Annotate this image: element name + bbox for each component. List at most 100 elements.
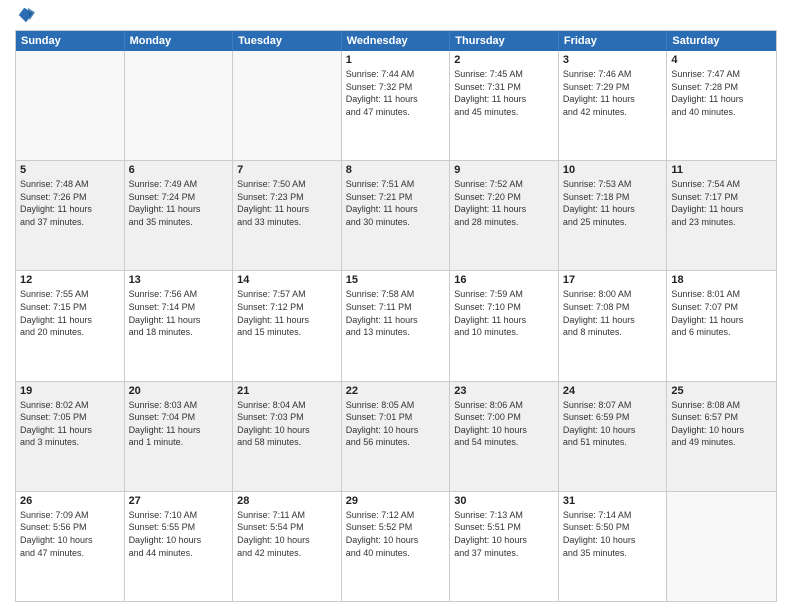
calendar-cell: 20 Sunrise: 8:03 AM Sunset: 7:04 PM Dayli… (125, 382, 234, 491)
weekday-header: Tuesday (233, 31, 342, 51)
day-number: 29 (346, 495, 446, 507)
calendar-cell: 31 Sunrise: 7:14 AM Sunset: 5:50 PM Dayli… (559, 492, 668, 601)
day-info: Sunrise: 7:14 AM Sunset: 5:50 PM Dayligh… (563, 509, 663, 559)
weekday-header: Saturday (667, 31, 776, 51)
day-number: 2 (454, 54, 554, 66)
calendar-header: SundayMondayTuesdayWednesdayThursdayFrid… (16, 31, 776, 51)
day-number: 18 (671, 274, 772, 286)
day-info: Sunrise: 7:47 AM Sunset: 7:28 PM Dayligh… (671, 68, 772, 118)
day-number: 22 (346, 385, 446, 397)
day-info: Sunrise: 7:53 AM Sunset: 7:18 PM Dayligh… (563, 178, 663, 228)
day-number: 13 (129, 274, 229, 286)
day-info: Sunrise: 7:45 AM Sunset: 7:31 PM Dayligh… (454, 68, 554, 118)
day-number: 24 (563, 385, 663, 397)
calendar-cell: 21 Sunrise: 8:04 AM Sunset: 7:03 PM Dayli… (233, 382, 342, 491)
day-info: Sunrise: 7:52 AM Sunset: 7:20 PM Dayligh… (454, 178, 554, 228)
calendar-cell (16, 51, 125, 160)
weekday-header: Friday (559, 31, 668, 51)
day-info: Sunrise: 7:09 AM Sunset: 5:56 PM Dayligh… (20, 509, 120, 559)
calendar-row: 12Sunrise: 7:55 AM Sunset: 7:15 PM Dayli… (16, 270, 776, 380)
calendar-cell: 6 Sunrise: 7:49 AM Sunset: 7:24 PM Daylig… (125, 161, 234, 270)
weekday-header: Monday (125, 31, 234, 51)
day-number: 16 (454, 274, 554, 286)
day-info: Sunrise: 7:56 AM Sunset: 7:14 PM Dayligh… (129, 288, 229, 338)
day-number: 25 (671, 385, 772, 397)
day-number: 7 (237, 164, 337, 176)
calendar-row: 1Sunrise: 7:44 AM Sunset: 7:32 PM Daylig… (16, 51, 776, 160)
calendar-cell: 1Sunrise: 7:44 AM Sunset: 7:32 PM Daylig… (342, 51, 451, 160)
day-info: Sunrise: 8:03 AM Sunset: 7:04 PM Dayligh… (129, 399, 229, 449)
day-info: Sunrise: 8:06 AM Sunset: 7:00 PM Dayligh… (454, 399, 554, 449)
day-info: Sunrise: 8:00 AM Sunset: 7:08 PM Dayligh… (563, 288, 663, 338)
page: SundayMondayTuesdayWednesdayThursdayFrid… (0, 0, 792, 612)
day-number: 21 (237, 385, 337, 397)
day-number: 1 (346, 54, 446, 66)
calendar-cell: 30Sunrise: 7:13 AM Sunset: 5:51 PM Dayli… (450, 492, 559, 601)
day-info: Sunrise: 7:46 AM Sunset: 7:29 PM Dayligh… (563, 68, 663, 118)
calendar-cell: 23 Sunrise: 8:06 AM Sunset: 7:00 PM Dayli… (450, 382, 559, 491)
day-info: Sunrise: 7:50 AM Sunset: 7:23 PM Dayligh… (237, 178, 337, 228)
calendar-cell: 13 Sunrise: 7:56 AM Sunset: 7:14 PM Dayli… (125, 271, 234, 380)
calendar-cell: 24 Sunrise: 8:07 AM Sunset: 6:59 PM Dayli… (559, 382, 668, 491)
day-number: 12 (20, 274, 120, 286)
calendar-cell: 22 Sunrise: 8:05 AM Sunset: 7:01 PM Dayli… (342, 382, 451, 491)
day-number: 28 (237, 495, 337, 507)
day-info: Sunrise: 8:08 AM Sunset: 6:57 PM Dayligh… (671, 399, 772, 449)
calendar-cell: 16 Sunrise: 7:59 AM Sunset: 7:10 PM Dayli… (450, 271, 559, 380)
day-number: 26 (20, 495, 120, 507)
day-info: Sunrise: 7:48 AM Sunset: 7:26 PM Dayligh… (20, 178, 120, 228)
day-number: 6 (129, 164, 229, 176)
day-number: 23 (454, 385, 554, 397)
calendar-cell: 7 Sunrise: 7:50 AM Sunset: 7:23 PM Daylig… (233, 161, 342, 270)
day-info: Sunrise: 7:13 AM Sunset: 5:51 PM Dayligh… (454, 509, 554, 559)
logo-icon (17, 6, 35, 24)
day-number: 10 (563, 164, 663, 176)
day-number: 14 (237, 274, 337, 286)
day-info: Sunrise: 7:11 AM Sunset: 5:54 PM Dayligh… (237, 509, 337, 559)
calendar-row: 26 Sunrise: 7:09 AM Sunset: 5:56 PM Dayli… (16, 491, 776, 601)
day-number: 4 (671, 54, 772, 66)
calendar-cell: 27 Sunrise: 7:10 AM Sunset: 5:55 PM Dayli… (125, 492, 234, 601)
day-info: Sunrise: 7:12 AM Sunset: 5:52 PM Dayligh… (346, 509, 446, 559)
day-info: Sunrise: 8:07 AM Sunset: 6:59 PM Dayligh… (563, 399, 663, 449)
calendar-cell: 18 Sunrise: 8:01 AM Sunset: 7:07 PM Dayli… (667, 271, 776, 380)
day-number: 15 (346, 274, 446, 286)
day-number: 20 (129, 385, 229, 397)
header (15, 10, 777, 24)
day-info: Sunrise: 7:51 AM Sunset: 7:21 PM Dayligh… (346, 178, 446, 228)
day-number: 27 (129, 495, 229, 507)
day-info: Sunrise: 7:59 AM Sunset: 7:10 PM Dayligh… (454, 288, 554, 338)
calendar: SundayMondayTuesdayWednesdayThursdayFrid… (15, 30, 777, 602)
day-number: 17 (563, 274, 663, 286)
calendar-cell (125, 51, 234, 160)
day-info: Sunrise: 7:49 AM Sunset: 7:24 PM Dayligh… (129, 178, 229, 228)
calendar-cell: 3 Sunrise: 7:46 AM Sunset: 7:29 PM Daylig… (559, 51, 668, 160)
day-number: 3 (563, 54, 663, 66)
day-number: 11 (671, 164, 772, 176)
calendar-cell: 17 Sunrise: 8:00 AM Sunset: 7:08 PM Dayli… (559, 271, 668, 380)
day-number: 31 (563, 495, 663, 507)
day-info: Sunrise: 8:04 AM Sunset: 7:03 PM Dayligh… (237, 399, 337, 449)
calendar-cell: 28 Sunrise: 7:11 AM Sunset: 5:54 PM Dayli… (233, 492, 342, 601)
day-number: 9 (454, 164, 554, 176)
calendar-cell: 5 Sunrise: 7:48 AM Sunset: 7:26 PM Daylig… (16, 161, 125, 270)
day-number: 8 (346, 164, 446, 176)
calendar-cell: 11Sunrise: 7:54 AM Sunset: 7:17 PM Dayli… (667, 161, 776, 270)
weekday-header: Thursday (450, 31, 559, 51)
calendar-cell: 15 Sunrise: 7:58 AM Sunset: 7:11 PM Dayli… (342, 271, 451, 380)
day-info: Sunrise: 7:58 AM Sunset: 7:11 PM Dayligh… (346, 288, 446, 338)
calendar-cell: 12Sunrise: 7:55 AM Sunset: 7:15 PM Dayli… (16, 271, 125, 380)
day-info: Sunrise: 8:01 AM Sunset: 7:07 PM Dayligh… (671, 288, 772, 338)
logo (15, 10, 35, 24)
day-info: Sunrise: 7:10 AM Sunset: 5:55 PM Dayligh… (129, 509, 229, 559)
calendar-row: 19Sunrise: 8:02 AM Sunset: 7:05 PM Dayli… (16, 381, 776, 491)
calendar-row: 5 Sunrise: 7:48 AM Sunset: 7:26 PM Daylig… (16, 160, 776, 270)
day-number: 5 (20, 164, 120, 176)
calendar-cell: 10 Sunrise: 7:53 AM Sunset: 7:18 PM Dayli… (559, 161, 668, 270)
calendar-cell: 9 Sunrise: 7:52 AM Sunset: 7:20 PM Daylig… (450, 161, 559, 270)
weekday-header: Sunday (16, 31, 125, 51)
calendar-cell: 14Sunrise: 7:57 AM Sunset: 7:12 PM Dayli… (233, 271, 342, 380)
calendar-cell (233, 51, 342, 160)
calendar-cell: 2 Sunrise: 7:45 AM Sunset: 7:31 PM Daylig… (450, 51, 559, 160)
day-info: Sunrise: 8:05 AM Sunset: 7:01 PM Dayligh… (346, 399, 446, 449)
